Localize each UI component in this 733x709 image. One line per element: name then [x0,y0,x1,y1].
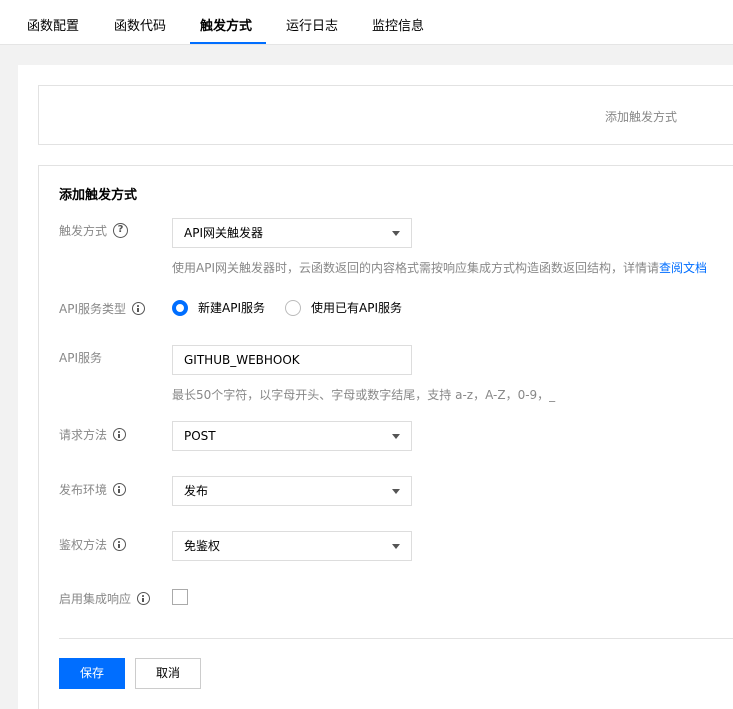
api-service-help: 最长50个字符，以字母开头、字母或数字结尾，支持 a-z，A-Z，0-9，_ [172,388,556,402]
api-service-label: API服务 [59,349,102,366]
release-env-label-text: 发布环境 [59,483,108,497]
release-env-value: 发布 [184,484,209,498]
radio-new-api-service-label: 新建API服务 [198,301,265,315]
tab-bar: 函数配置 函数代码 触发方式 运行日志 监控信息 [0,0,733,45]
chevron-down-icon [392,434,400,439]
release-env-select[interactable]: 发布 [172,476,412,506]
api-service-type-label-text: API服务类型 [59,302,126,316]
radio-new-api-service[interactable]: 新建API服务 [172,299,265,316]
add-trigger-link[interactable]: 添加触发方式 [605,108,677,125]
trigger-type-label: 触发方式 ? [59,222,129,239]
request-method-label-text: 请求方法 [59,428,108,442]
radio-existing-api-service[interactable]: 使用已有API服务 [285,299,402,316]
auth-method-select[interactable]: 免鉴权 [172,531,412,561]
release-env-label: 发布环境 [59,481,127,498]
radio-unchecked-icon [285,299,301,316]
auth-method-label-text: 鉴权方法 [59,538,108,552]
form-title: 添加触发方式 [59,188,138,203]
radio-existing-api-service-label: 使用已有API服务 [311,301,402,315]
trigger-type-help: 使用API网关触发器时，云函数返回的内容格式需按响应集成方式构造函数返回结构，详… [172,259,707,276]
info-icon[interactable] [113,538,127,551]
api-service-input[interactable]: GITHUB_WEBHOOK [172,345,412,375]
tab-monitoring[interactable]: 监控信息 [372,0,424,45]
api-service-type-label: API服务类型 [59,300,145,317]
trigger-type-select[interactable]: API网关触发器 [172,218,412,248]
radio-checked-icon [172,299,188,316]
tab-function-config[interactable]: 函数配置 [27,0,79,45]
trigger-type-help-text: 使用API网关触发器时，云函数返回的内容格式需按响应集成方式构造函数返回结构，详… [172,261,659,275]
tab-trigger[interactable]: 触发方式 [200,0,252,45]
info-icon[interactable] [113,428,127,441]
chevron-down-icon [392,544,400,549]
info-icon[interactable] [132,302,145,315]
chevron-down-icon [392,489,400,494]
trigger-type-label-text: 触发方式 [59,224,108,238]
integration-response-label: 启用集成响应 [59,590,151,607]
trigger-list-box: 添加触发方式 [38,85,733,145]
active-tab-indicator [190,42,266,44]
integration-response-checkbox[interactable] [172,589,188,605]
tab-function-code[interactable]: 函数代码 [114,0,166,45]
chevron-down-icon [392,231,400,236]
tab-run-logs[interactable]: 运行日志 [286,0,338,45]
request-method-label: 请求方法 [59,426,127,443]
docs-link[interactable]: 查阅文档 [659,261,707,275]
trigger-type-value: API网关触发器 [184,226,263,240]
integration-response-label-text: 启用集成响应 [59,592,132,606]
question-icon[interactable]: ? [113,223,129,238]
cancel-button[interactable]: 取消 [135,658,201,689]
request-method-select[interactable]: POST [172,421,412,451]
request-method-value: POST [184,429,216,443]
auth-method-value: 免鉴权 [184,539,221,553]
info-icon[interactable] [137,592,151,605]
auth-method-label: 鉴权方法 [59,536,127,553]
form-divider [59,638,733,639]
api-service-label-text: API服务 [59,351,102,365]
save-button[interactable]: 保存 [59,658,125,689]
info-icon[interactable] [113,483,127,496]
